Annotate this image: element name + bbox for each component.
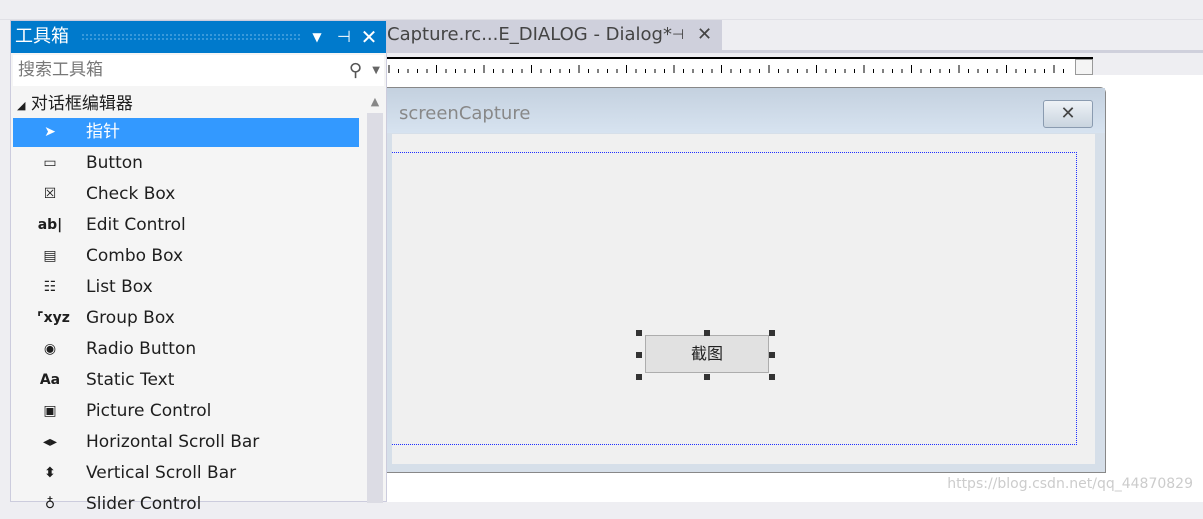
toolbox-item[interactable]: ⬍ Vertical Scroll Bar — [13, 459, 359, 488]
toolbox-item-label: Slider Control — [86, 494, 202, 514]
toolbox-title: 工具箱 — [15, 26, 69, 47]
toolbox-item[interactable]: ▤ Combo Box — [13, 242, 359, 271]
resize-handle[interactable] — [769, 374, 775, 380]
list-box-icon: ☷ — [43, 279, 57, 295]
toolbox-item[interactable]: ▭ Button — [13, 149, 359, 178]
group-label: 对话框编辑器 — [30, 94, 133, 114]
tab-label: Capture.rc...E_DIALOG - Dialog* — [387, 24, 672, 45]
toolbox-item[interactable]: ♁ Slider Control — [13, 490, 359, 519]
toolbox-item-label: Check Box — [86, 184, 176, 204]
margin-guide — [392, 152, 1077, 445]
hscroll-icon: ◂▸ — [42, 434, 58, 450]
toolbox-item-label: Horizontal Scroll Bar — [86, 432, 260, 452]
search-icon[interactable]: ⚲ — [349, 55, 362, 86]
checkbox-icon: ☒ — [43, 186, 57, 202]
dialog-title: screenCapture — [399, 103, 531, 124]
toolbox-item-label: Picture Control — [86, 401, 212, 421]
toolbox-item-label: 指针 — [86, 122, 120, 142]
toolbox-item[interactable]: ab| Edit Control — [13, 211, 359, 240]
resize-handle[interactable] — [704, 374, 710, 380]
capture-button[interactable]: 截图 — [645, 335, 769, 373]
ruler — [387, 57, 1093, 75]
slider-icon: ♁ — [44, 496, 56, 512]
watermark: https://blog.csdn.net/qq_44870829 — [947, 476, 1193, 492]
toolbox-item[interactable]: ▣ Picture Control — [13, 397, 359, 426]
toolbox-item[interactable]: ➤ 指针 — [13, 118, 359, 147]
chevron-down-icon[interactable]: ▼ — [372, 55, 380, 86]
dialog-close-button[interactable]: ✕ — [1043, 100, 1093, 128]
resize-handle[interactable] — [636, 374, 642, 380]
resize-handle[interactable] — [636, 352, 642, 358]
toolbox-item-label: Radio Button — [86, 339, 197, 359]
picture-control-icon: ▣ — [43, 403, 57, 419]
tab-underline — [387, 50, 1203, 53]
edit-control-icon: ab| — [37, 217, 63, 233]
toolbox-item[interactable]: ☒ Check Box — [13, 180, 359, 209]
group-header[interactable]: ◢ 对话框编辑器 — [17, 92, 133, 118]
toolbox-item[interactable]: ☷ List Box — [13, 273, 359, 302]
capture-button-label: 截图 — [690, 344, 723, 363]
toolbox-item[interactable]: ◉ Radio Button — [13, 335, 359, 364]
pin-icon[interactable]: ⊣ — [672, 20, 684, 50]
resize-handle[interactable] — [769, 352, 775, 358]
toolbox-item[interactable]: ◂▸ Horizontal Scroll Bar — [13, 428, 359, 457]
pin-icon[interactable]: ⊣ — [333, 21, 355, 53]
resize-handle[interactable] — [769, 330, 775, 336]
drag-grip[interactable] — [81, 33, 301, 41]
toolbox-item-label: Edit Control — [86, 215, 186, 235]
toolbox-item[interactable]: ⌜xyz Group Box — [13, 304, 359, 333]
pointer-icon: ➤ — [44, 124, 56, 140]
ruler-corner — [1075, 59, 1093, 75]
tab-close-icon[interactable]: ✕ — [697, 20, 712, 50]
radio-button-icon: ◉ — [43, 341, 57, 357]
scroll-up-icon[interactable]: ▲ — [367, 95, 383, 108]
vscroll-icon: ⬍ — [44, 465, 56, 481]
toolbox-panel: 工具箱 ▼ ⊣ ✕ 搜索工具箱 ⚲ ▼ ◢ 对话框编辑器 ▲ ➤ 指针 ▭ Butto… — [10, 20, 387, 514]
toolbox-item-label: Button — [86, 153, 143, 173]
group-box-icon: ⌜xyz — [37, 310, 70, 326]
resize-handle[interactable] — [636, 330, 642, 336]
scrollbar[interactable] — [367, 113, 383, 503]
toolbox-item-label: Static Text — [86, 370, 175, 390]
toolbox-item[interactable]: Aa Static Text — [13, 366, 359, 395]
side-tab-strip[interactable] — [0, 20, 10, 502]
toolbox-item-label: Group Box — [86, 308, 175, 328]
toolbox-search-input[interactable]: 搜索工具箱 ⚲ ▼ — [13, 55, 384, 86]
search-placeholder: 搜索工具箱 — [18, 60, 103, 80]
dialog-client-area[interactable]: 截图 — [392, 134, 1095, 464]
tab-dialog-editor[interactable]: Capture.rc...E_DIALOG - Dialog* ⊣ ✕ — [387, 20, 722, 50]
main-toolbar — [0, 0, 1203, 20]
dialog-title-bar: screenCapture — [387, 88, 1105, 133]
resize-handle[interactable] — [704, 330, 710, 336]
button-icon: ▭ — [43, 155, 57, 171]
toolbox-item-label: Combo Box — [86, 246, 184, 266]
combo-box-icon: ▤ — [43, 248, 57, 264]
toolbox-item-label: Vertical Scroll Bar — [86, 463, 237, 483]
static-text-icon: Aa — [39, 372, 61, 388]
toolbox-item-label: List Box — [86, 277, 153, 297]
dialog-preview[interactable]: screenCapture ✕ 截图 — [387, 87, 1106, 473]
dropdown-arrow-icon[interactable]: ▼ — [306, 21, 328, 53]
close-icon[interactable]: ✕ — [358, 21, 380, 53]
collapse-triangle-icon: ◢ — [17, 99, 26, 112]
